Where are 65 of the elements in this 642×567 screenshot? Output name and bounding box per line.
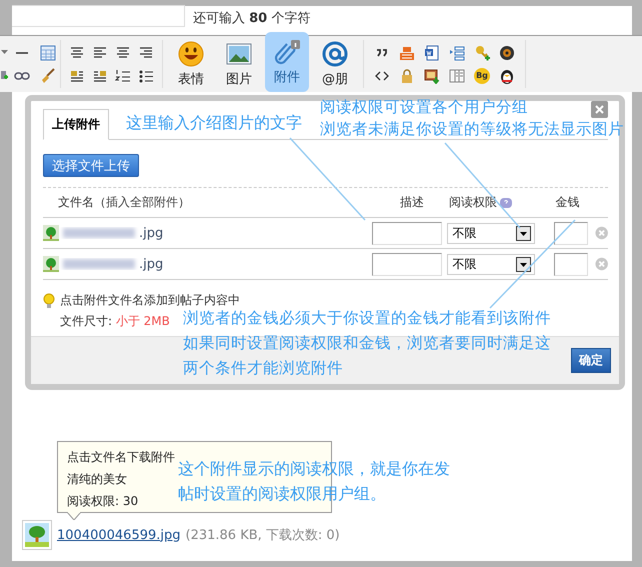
column-header: 阅读权限 — [448, 194, 497, 211]
image-download-icon[interactable] — [424, 68, 440, 84]
file-link[interactable]: 100400046599.jpg — [57, 528, 180, 542]
file-name[interactable]: .jpg — [139, 256, 164, 272]
size-limit: 小于 2MB — [116, 314, 170, 328]
ordered-list-icon[interactable] — [115, 68, 131, 84]
dialog-tab[interactable]: 上传附件 — [43, 109, 109, 140]
toolbar-button[interactable]: 图片 — [217, 36, 261, 92]
insert-all-link[interactable]: 插入全部附件 — [106, 195, 178, 209]
toolbar-button[interactable]: 附件 — [265, 32, 309, 92]
align-left-icon[interactable] — [92, 44, 108, 60]
at-sign-icon — [321, 40, 349, 68]
tree-thumbnail-icon[interactable] — [22, 520, 52, 550]
align-right-icon[interactable] — [138, 44, 154, 60]
paperclip-icon — [273, 38, 301, 66]
penguin-icon[interactable] — [499, 68, 515, 84]
toolbar-button[interactable]: 表情 — [169, 36, 213, 92]
file-info: (231.86 KB, 下载次数: 0) — [186, 527, 340, 544]
brush-icon[interactable] — [40, 68, 56, 84]
tooltip-text: 清纯的美女 — [67, 471, 127, 488]
money-field[interactable] — [554, 222, 588, 244]
annotation-text: 浏览者未满足你设置的等级将无法显示图片 — [320, 119, 624, 140]
document-icon[interactable] — [424, 44, 440, 60]
columns-icon[interactable] — [449, 68, 465, 84]
align-center-icon[interactable] — [115, 44, 131, 60]
file-name[interactable]: .jpg — [139, 226, 164, 240]
annotation-text: 这个附件显示的阅读权限，就是你在发 — [178, 458, 450, 480]
money-field[interactable] — [554, 252, 588, 276]
tree-thumbnail-icon — [43, 225, 59, 241]
column-header: 文件名（ — [58, 195, 106, 209]
annotation-text: 浏览者的金钱必须大于你设置的金钱才能看到该附件 — [183, 308, 551, 329]
smiley-icon — [177, 40, 205, 68]
subject-field[interactable] — [12, 4, 185, 26]
description-field[interactable] — [372, 252, 442, 276]
confirm-button[interactable]: 确定 — [571, 348, 611, 373]
bg-color-button[interactable]: Bg — [474, 68, 490, 84]
tooltip-text: 阅读权限: 30 — [67, 493, 138, 510]
tree-thumbnail-icon — [43, 256, 59, 272]
annotation-text: 帖时设置的阅读权限用户组。 — [178, 483, 386, 505]
key-icon[interactable] — [474, 44, 490, 60]
help-icon[interactable] — [500, 196, 512, 208]
indent-icon[interactable] — [449, 44, 465, 60]
table-icon[interactable] — [40, 44, 56, 60]
close-icon[interactable] — [591, 101, 608, 118]
align-center-icon[interactable] — [69, 44, 85, 60]
char-counter: 还可输入 80 个字符 — [193, 10, 310, 26]
permission-select[interactable]: 不限 — [447, 254, 536, 274]
annotation-text: 如果同时设置阅读权限和金钱，浏览者要同时满足这 — [183, 333, 551, 354]
annotation-text: 两个条件才能浏览附件 — [183, 358, 343, 379]
permission-select[interactable]: 不限 — [447, 222, 536, 244]
tooltip-text: 点击文件名下载附件 — [67, 449, 175, 466]
column-header: ） — [178, 195, 190, 209]
size-label: 文件尺寸: — [60, 314, 114, 328]
column-header: 金钱 — [556, 194, 580, 211]
upload-button[interactable]: 选择文件上传 — [43, 154, 139, 177]
toolbar-button[interactable]: @朋 — [313, 36, 357, 92]
light-bulb-icon — [43, 292, 55, 308]
column-header: 描述 — [400, 194, 424, 211]
disc-icon[interactable] — [499, 44, 515, 60]
tip-text: 点击附件文件名添加到帖子内容中 — [60, 292, 240, 309]
lock-icon[interactable] — [399, 68, 415, 84]
description-field[interactable] — [372, 222, 442, 244]
annotation-text: 这里输入介绍图片的文字 — [126, 112, 302, 134]
annotation-text: 阅读权限可设置各个用户分组 — [320, 97, 528, 118]
bulleted-list-icon[interactable] — [138, 68, 154, 84]
